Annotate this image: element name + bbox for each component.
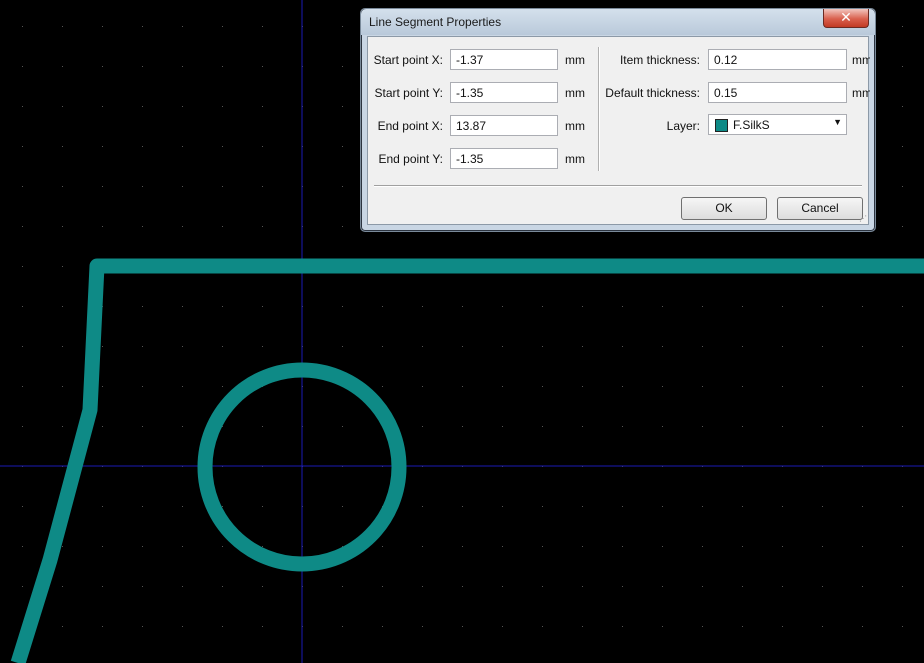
default-thickness-label: Default thickness: [605,86,700,100]
resize-grip-icon[interactable]: ⋰ [859,214,867,223]
start-y-input[interactable]: -1.35 [450,82,558,103]
dialog-title: Line Segment Properties [369,15,502,29]
button-separator [374,185,862,187]
layer-select-value: F.SilkS [733,118,770,132]
end-y-label: End point Y: [378,152,444,166]
start-x-unit: mm [565,53,585,67]
item-thickness-input[interactable]: 0.12 [708,49,847,70]
end-y-input[interactable]: -1.35 [450,148,558,169]
start-x-input[interactable]: -1.37 [450,49,558,70]
cancel-button[interactable]: Cancel [777,197,863,220]
close-icon: ✕ [840,9,852,25]
end-x-unit: mm [565,119,585,133]
start-x-label: Start point X: [373,53,443,67]
close-button[interactable]: ✕ [823,9,869,28]
item-thickness-label: Item thickness: [619,53,700,67]
end-x-input[interactable]: 13.87 [450,115,558,136]
dialog-body: Start point X: -1.37 mm Start point Y: -… [367,36,870,225]
dialog-titlebar[interactable]: Line Segment Properties ✕ [361,9,875,35]
line-segment-properties-dialog: Line Segment Properties ✕ Start point X:… [360,8,876,232]
layer-label: Layer: [666,119,700,133]
start-y-label: Start point Y: [374,86,444,100]
default-thickness-unit: mm [852,86,870,100]
start-y-unit: mm [565,86,585,100]
end-x-label: End point X: [377,119,443,133]
column-separator [598,47,600,171]
default-thickness-input[interactable]: 0.15 [708,82,847,103]
layer-color-swatch [715,119,728,132]
layer-select[interactable]: F.SilkS ▼ [708,114,847,135]
item-thickness-unit: mm [852,53,870,67]
end-y-unit: mm [565,152,585,166]
ok-button[interactable]: OK [681,197,767,220]
silkscreen-outline-line[interactable] [10,258,924,663]
chevron-down-icon: ▼ [833,117,842,127]
